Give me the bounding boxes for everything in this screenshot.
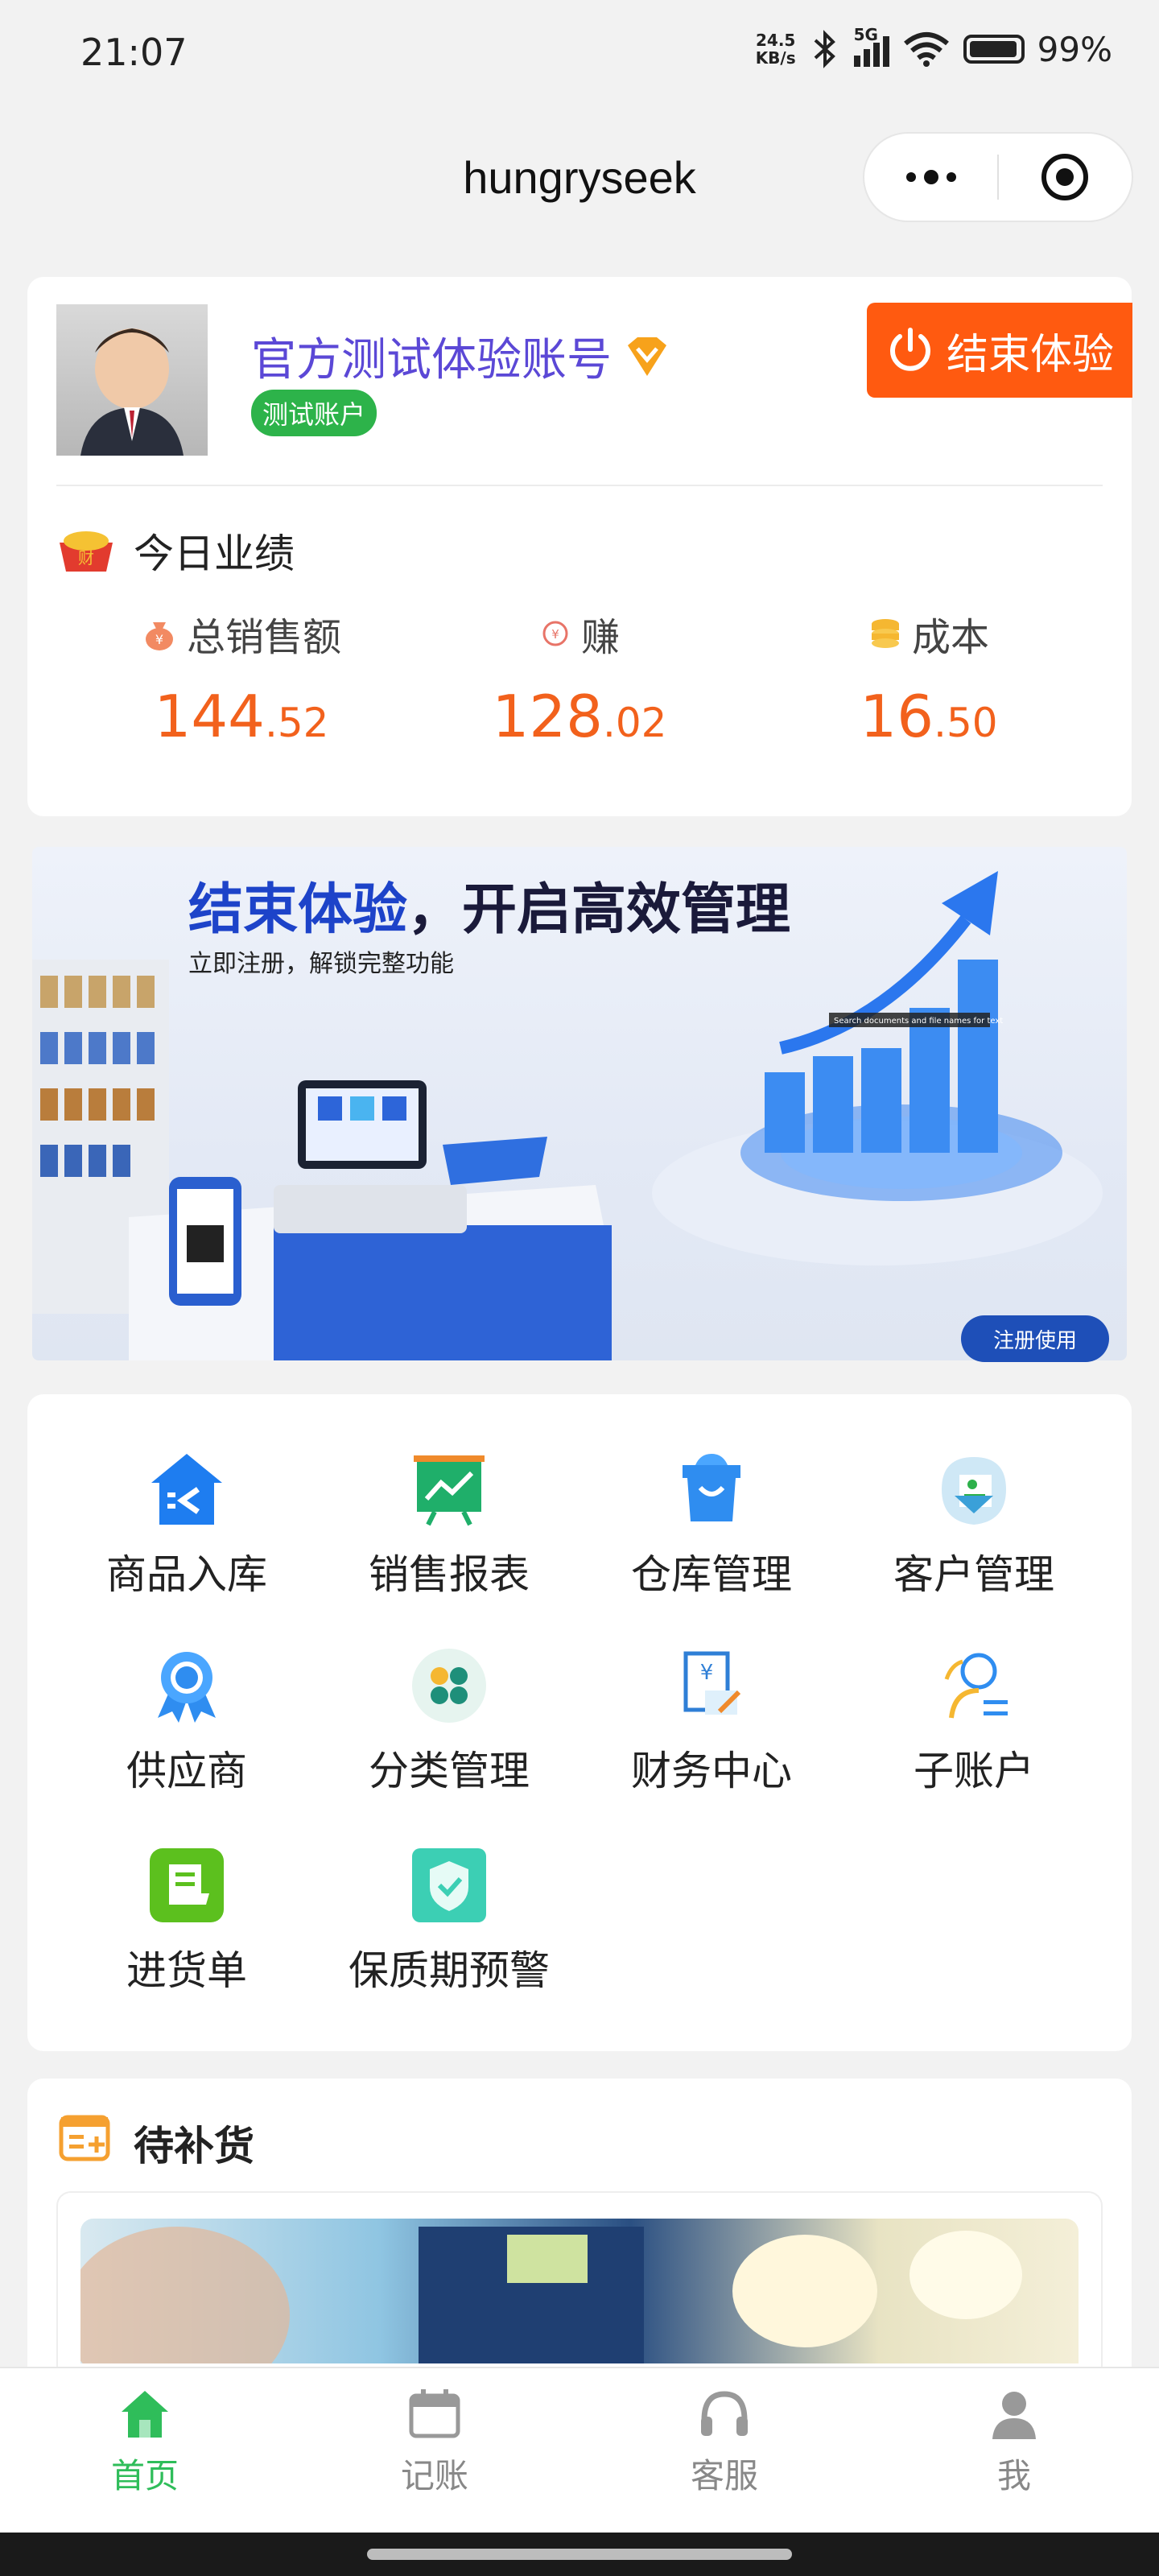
award-ribbon-icon: [158, 1652, 216, 1723]
bluetooth-icon: [814, 30, 835, 68]
sales-chart-icon: [414, 1455, 485, 1526]
calendar-icon: [409, 2389, 460, 2438]
earned-value: 128.02: [492, 683, 667, 750]
more-button[interactable]: [864, 134, 997, 221]
user-icon: [992, 2392, 1036, 2439]
battery-icon: [963, 35, 1025, 64]
menu-item-purchase-orders[interactable]: 进货单: [66, 1845, 307, 1996]
register-button[interactable]: 注册使用: [961, 1315, 1109, 1362]
warehouse-in-icon: [151, 1454, 222, 1525]
today-performance-title: 今日业绩: [134, 530, 295, 577]
wifi-icon: [903, 32, 949, 67]
avatar-image: [80, 328, 184, 456]
menu-item-stock-in[interactable]: 商品入库: [66, 1449, 307, 1600]
menu-item-warehouse[interactable]: 仓库管理: [591, 1449, 832, 1600]
purchase-order-icon: [150, 1848, 224, 1922]
category-grid-icon: [412, 1649, 486, 1723]
finance-receipt-icon: ¥: [683, 1651, 741, 1715]
close-program-button[interactable]: [999, 134, 1132, 221]
power-icon: [890, 328, 930, 371]
stat-total-sales: ¥ 总销售额 144.52: [121, 605, 362, 750]
more-dots-icon: [905, 170, 956, 184]
test-account-badge: 测试账户: [251, 390, 377, 436]
svg-text:财: 财: [78, 548, 94, 568]
vip-diamond-icon: [628, 336, 666, 376]
restock-title: 待补货: [134, 2123, 254, 2169]
svg-text:¥: ¥: [700, 1661, 714, 1685]
menu-item-customers[interactable]: 客户管理: [853, 1449, 1095, 1600]
menu-item-expiry-alerts[interactable]: 保质期预警: [328, 1845, 570, 1996]
end-trial-button[interactable]: 结束体验: [867, 303, 1132, 398]
restock-list-icon: [59, 2115, 110, 2161]
money-bag-small-icon: ¥: [145, 622, 173, 650]
customer-card-icon: [942, 1457, 1006, 1525]
status-indicators: 24.5 KB/s 5G 99%: [755, 25, 1112, 69]
sub-account-icon: [944, 1653, 1008, 1719]
tab-me[interactable]: 我: [869, 2368, 1159, 2534]
home-icon: [122, 2391, 168, 2438]
bottom-tab-bar: 首页 记账 客服 我: [0, 2367, 1159, 2534]
tab-home[interactable]: 首页: [0, 2368, 290, 2534]
banner-tooltip-text: Search documents and file names for text: [834, 1017, 1003, 1026]
stat-cost: 成本 16.50: [808, 605, 1050, 750]
target-close-icon: [1041, 154, 1089, 200]
account-divider: [56, 485, 1103, 486]
cost-value: 16.50: [860, 683, 998, 750]
profit-coin-icon: ¥: [542, 621, 568, 646]
restock-product-image[interactable]: [80, 2219, 1079, 2363]
product-photo: [80, 2227, 1022, 2363]
headset-icon: [701, 2391, 748, 2436]
menu-item-sub-accounts[interactable]: 子账户: [853, 1645, 1095, 1797]
menu-item-sales-report[interactable]: 销售报表: [328, 1449, 570, 1600]
banner-headline: 结束体验，开启高效管理: [188, 878, 791, 942]
net-speed: 24.5 KB/s: [755, 31, 796, 68]
home-indicator[interactable]: [367, 2549, 792, 2560]
battery-level: 99%: [1037, 29, 1112, 69]
avatar[interactable]: [56, 304, 208, 456]
coin-stack-icon: [871, 619, 899, 648]
signal-icon: 5G: [853, 25, 889, 67]
svg-text:¥: ¥: [551, 627, 559, 642]
account-name: 官方测试体验账号: [251, 324, 670, 389]
tab-bookkeeping[interactable]: 记账: [290, 2368, 580, 2534]
menu-item-finance[interactable]: ¥ 财务中心: [591, 1645, 832, 1797]
tab-customer-service[interactable]: 客服: [580, 2368, 869, 2534]
money-bag-icon: 财: [60, 531, 113, 572]
banner-subline: 立即注册，解锁完整功能: [188, 950, 454, 978]
shield-check-icon: [412, 1848, 486, 1922]
svg-text:¥: ¥: [155, 632, 163, 647]
menu-item-categories[interactable]: 分类管理: [328, 1645, 570, 1797]
status-time: 21:07: [80, 31, 188, 74]
total-sales-value: 144.52: [154, 683, 329, 750]
menu-item-suppliers[interactable]: 供应商: [66, 1645, 307, 1797]
basket-icon: [683, 1454, 740, 1521]
stat-earned: ¥ 赚 128.02: [459, 605, 700, 750]
mini-program-capsule: [863, 132, 1133, 222]
